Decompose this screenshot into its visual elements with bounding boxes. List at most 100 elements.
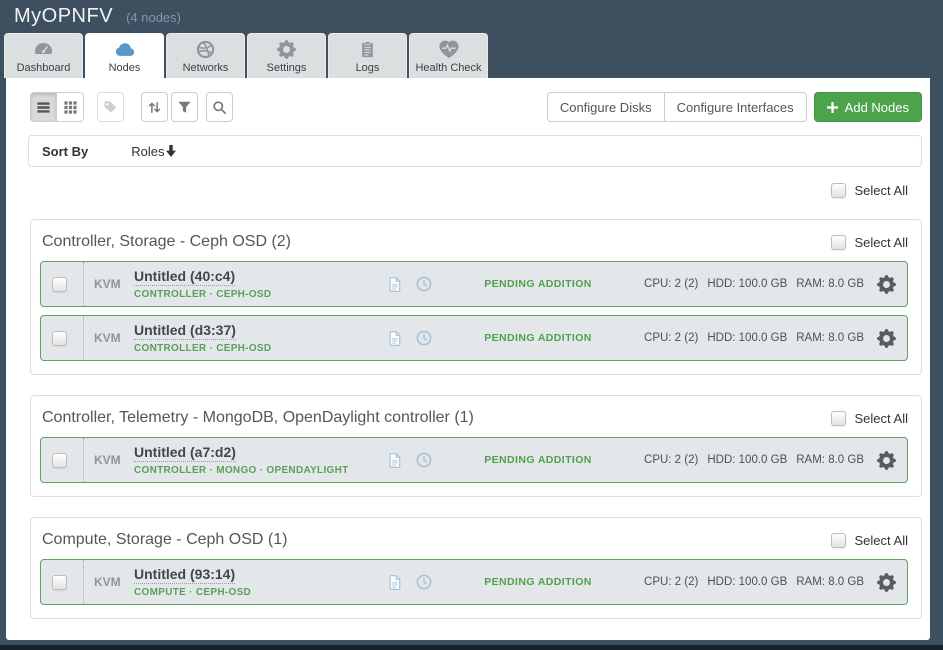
group-select-all-checkbox[interactable] bbox=[831, 533, 846, 548]
node-name-block: Untitled (d3:37) CONTROLLER · CEPH-OSD bbox=[134, 322, 388, 354]
sort-roles-control[interactable]: Roles bbox=[131, 144, 176, 159]
group-select-all-checkbox[interactable] bbox=[831, 411, 846, 426]
gauge-icon bbox=[33, 39, 54, 59]
clipboard-icon bbox=[359, 39, 376, 59]
node-stats: CPU: 2 (2) HDD: 100.0 GB RAM: 8.0 GB bbox=[644, 278, 864, 290]
node-group-header: Controller, Telemetry - MongoDB, OpenDay… bbox=[40, 409, 908, 427]
node-hypervisor-label: KVM bbox=[94, 453, 122, 467]
node-cpu-stat: CPU: 2 (2) bbox=[644, 278, 698, 290]
node-name[interactable]: Untitled (93:14) bbox=[134, 566, 235, 584]
node-name-block: Untitled (a7:d2) CONTROLLER · MONGO · OP… bbox=[134, 444, 388, 476]
document-icon[interactable] bbox=[388, 276, 402, 293]
node-group-rows: KVM Untitled (40:c4) CONTROLLER · CEPH-O… bbox=[40, 261, 908, 361]
cloud-icon bbox=[114, 39, 136, 59]
filter-icon bbox=[177, 100, 192, 115]
group-select-all: Select All bbox=[831, 235, 908, 250]
list-view-button[interactable] bbox=[30, 92, 57, 122]
clock-icon[interactable] bbox=[416, 452, 432, 468]
node-ram-stat: RAM: 8.0 GB bbox=[796, 454, 864, 466]
node-group-rows: KVM Untitled (a7:d2) CONTROLLER · MONGO … bbox=[40, 437, 908, 483]
tab-nodes[interactable]: Nodes bbox=[85, 33, 164, 78]
node-divider bbox=[83, 316, 84, 360]
node-name[interactable]: Untitled (d3:37) bbox=[134, 322, 236, 340]
cluster-node-count: (4 nodes) bbox=[126, 10, 181, 25]
node-name-block: Untitled (93:14) COMPUTE · CEPH-OSD bbox=[134, 566, 388, 598]
node-ram-stat: RAM: 8.0 GB bbox=[796, 576, 864, 588]
node-row[interactable]: KVM Untitled (d3:37) CONTROLLER · CEPH-O… bbox=[40, 315, 908, 361]
tab-logs[interactable]: Logs bbox=[328, 33, 407, 78]
add-nodes-button[interactable]: Add Nodes bbox=[814, 92, 922, 122]
node-row[interactable]: KVM Untitled (a7:d2) CONTROLLER · MONGO … bbox=[40, 437, 908, 483]
clock-icon[interactable] bbox=[416, 276, 432, 292]
cluster-header: MyOPNFV (4 nodes) bbox=[0, 0, 943, 33]
node-status-badge: PENDING ADDITION bbox=[432, 332, 644, 344]
group-select-all-checkbox[interactable] bbox=[831, 235, 846, 250]
cluster-title: MyOPNFV bbox=[14, 5, 113, 28]
tab-networks[interactable]: Networks bbox=[166, 33, 245, 78]
gear-icon[interactable] bbox=[877, 573, 896, 592]
node-checkbox[interactable] bbox=[52, 331, 67, 346]
node-roles: CONTROLLER · MONGO · OPENDAYLIGHT bbox=[134, 465, 388, 476]
window-bottom-edge bbox=[0, 645, 943, 650]
document-icon[interactable] bbox=[388, 574, 402, 591]
node-checkbox[interactable] bbox=[52, 575, 67, 590]
plus-icon bbox=[827, 102, 838, 113]
toolbar-actions: Configure Disks Configure Interfaces Add… bbox=[547, 92, 922, 122]
node-checkbox[interactable] bbox=[52, 277, 67, 292]
clock-icon[interactable] bbox=[416, 330, 432, 346]
node-hdd-stat: HDD: 100.0 GB bbox=[707, 278, 787, 290]
configure-group: Configure Disks Configure Interfaces bbox=[547, 92, 807, 122]
configure-interfaces-button[interactable]: Configure Interfaces bbox=[665, 92, 807, 122]
gear-icon[interactable] bbox=[877, 275, 896, 294]
globe-icon bbox=[196, 39, 215, 59]
search-icon bbox=[212, 100, 227, 115]
node-hdd-stat: HDD: 100.0 GB bbox=[707, 576, 787, 588]
node-group-title: Compute, Storage - Ceph OSD (1) bbox=[42, 531, 287, 549]
document-icon[interactable] bbox=[388, 452, 402, 469]
grid-view-button[interactable] bbox=[57, 92, 84, 122]
tag-icon bbox=[103, 100, 118, 115]
node-name[interactable]: Untitled (40:c4) bbox=[134, 268, 235, 286]
select-all-checkbox[interactable] bbox=[831, 183, 846, 198]
node-divider bbox=[83, 262, 84, 306]
tab-health-check[interactable]: Health Check bbox=[409, 33, 488, 78]
heart-pulse-icon bbox=[439, 39, 459, 59]
gear-icon[interactable] bbox=[877, 451, 896, 470]
node-row[interactable]: KVM Untitled (40:c4) CONTROLLER · CEPH-O… bbox=[40, 261, 908, 307]
node-group-header: Controller, Storage - Ceph OSD (2) Selec… bbox=[40, 233, 908, 251]
sort-icon bbox=[147, 100, 162, 115]
search-nodes-button[interactable] bbox=[206, 92, 233, 122]
node-groups: Controller, Storage - Ceph OSD (2) Selec… bbox=[30, 219, 922, 619]
gear-icon[interactable] bbox=[877, 329, 896, 348]
node-stats: CPU: 2 (2) HDD: 100.0 GB RAM: 8.0 GB bbox=[644, 576, 864, 588]
node-status-badge: PENDING ADDITION bbox=[432, 278, 644, 290]
node-ram-stat: RAM: 8.0 GB bbox=[796, 332, 864, 344]
node-cpu-stat: CPU: 2 (2) bbox=[644, 576, 698, 588]
group-select-all-label: Select All bbox=[855, 411, 908, 426]
node-hdd-stat: HDD: 100.0 GB bbox=[707, 332, 787, 344]
clock-icon[interactable] bbox=[416, 574, 432, 590]
group-select-all-label: Select All bbox=[855, 235, 908, 250]
group-select-all: Select All bbox=[831, 411, 908, 426]
sort-by-label: Sort By bbox=[42, 144, 88, 159]
node-row[interactable]: KVM Untitled (93:14) COMPUTE · CEPH-OSD … bbox=[40, 559, 908, 605]
configure-disks-button[interactable]: Configure Disks bbox=[547, 92, 665, 122]
manage-labels-button[interactable] bbox=[97, 92, 124, 122]
add-nodes-label: Add Nodes bbox=[845, 100, 909, 115]
sort-nodes-button[interactable] bbox=[141, 92, 168, 122]
node-checkbox[interactable] bbox=[52, 453, 67, 468]
grid-view-icon bbox=[63, 100, 78, 115]
filter-nodes-button[interactable] bbox=[171, 92, 198, 122]
node-hypervisor-label: KVM bbox=[94, 277, 122, 291]
tab-dashboard[interactable]: Dashboard bbox=[4, 33, 83, 78]
select-all-label: Select All bbox=[855, 183, 908, 198]
tab-bar: Dashboard Nodes Networks Settings Logs H… bbox=[0, 33, 943, 78]
document-icon[interactable] bbox=[388, 330, 402, 347]
node-status-badge: PENDING ADDITION bbox=[432, 454, 644, 466]
node-roles: COMPUTE · CEPH-OSD bbox=[134, 587, 388, 598]
arrow-down-icon bbox=[166, 145, 176, 157]
tab-settings[interactable]: Settings bbox=[247, 33, 326, 78]
node-ram-stat: RAM: 8.0 GB bbox=[796, 278, 864, 290]
node-name[interactable]: Untitled (a7:d2) bbox=[134, 444, 236, 462]
node-group: Controller, Storage - Ceph OSD (2) Selec… bbox=[30, 219, 922, 375]
